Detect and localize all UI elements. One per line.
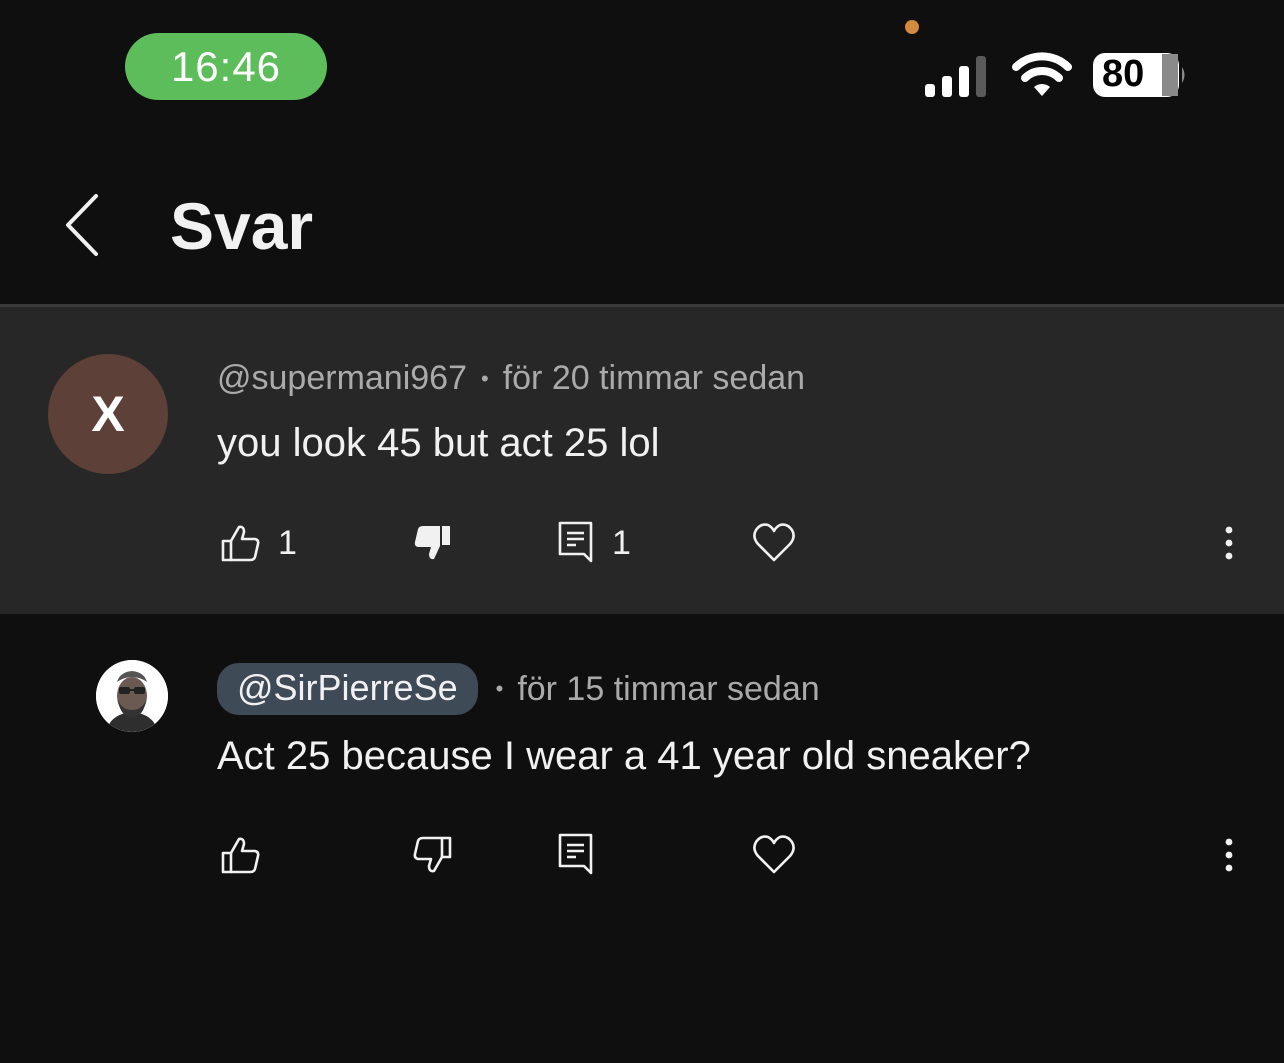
battery-icon: 80 (1092, 52, 1188, 98)
more-vertical-icon (1225, 838, 1233, 872)
thumbs-up-icon (221, 837, 260, 874)
comment-icon (558, 833, 593, 875)
meta-separator: • (481, 365, 489, 391)
reply-actions (0, 825, 1284, 885)
reply-button[interactable] (558, 825, 594, 885)
comment-timestamp[interactable]: för 20 timmar sedan (503, 359, 805, 398)
dislike-button[interactable] (413, 513, 453, 573)
privacy-indicator-dot (905, 20, 919, 34)
avatar[interactable] (96, 660, 168, 732)
reply-timestamp[interactable]: för 15 timmar sedan (517, 670, 819, 709)
status-time: 16:46 (125, 33, 327, 100)
more-options-button[interactable] (1214, 825, 1244, 885)
parent-comment: X @supermani967 • för 20 timmar sedan yo… (0, 307, 1284, 614)
back-button[interactable] (58, 190, 108, 260)
wifi-icon (1012, 52, 1072, 96)
comment-author[interactable]: @supermani967 (217, 359, 467, 398)
dislike-button[interactable] (413, 825, 453, 885)
reply-count: 1 (612, 523, 631, 562)
page-title: Svar (170, 189, 314, 263)
thumbs-down-icon (413, 836, 452, 873)
like-button[interactable] (220, 825, 260, 885)
like-count: 1 (278, 523, 297, 562)
comment-icon (558, 521, 593, 563)
reply-text: Act 25 because I wear a 41 year old snea… (217, 734, 1031, 778)
thumbs-up-icon (221, 525, 260, 562)
reply-button[interactable]: 1 (558, 513, 631, 573)
heart-button[interactable] (752, 825, 796, 885)
comment-actions: 1 1 (0, 513, 1284, 573)
reply-author-chip[interactable]: @SirPierreSe (217, 663, 478, 715)
chevron-left-icon (66, 194, 98, 256)
comment-meta: @supermani967 • för 20 timmar sedan (217, 359, 805, 398)
screen: 16:46 80 Svar X @supermani967 • för 20 t… (0, 0, 1284, 1063)
profile-photo-icon (96, 660, 168, 732)
reply-meta: @SirPierreSe • för 15 timmar sedan (217, 663, 820, 715)
battery-level: 80 (1102, 53, 1145, 95)
cellular-signal-icon (925, 56, 986, 97)
meta-separator: • (495, 676, 504, 701)
heart-button[interactable] (752, 513, 796, 573)
like-button[interactable]: 1 (220, 513, 297, 573)
heart-icon (753, 523, 795, 562)
comment-text: you look 45 but act 25 lol (217, 421, 660, 465)
avatar[interactable]: X (48, 354, 168, 474)
thumbs-down-filled-icon (414, 526, 450, 560)
heart-icon (753, 835, 795, 874)
more-vertical-icon (1225, 526, 1233, 560)
more-options-button[interactable] (1214, 513, 1244, 573)
